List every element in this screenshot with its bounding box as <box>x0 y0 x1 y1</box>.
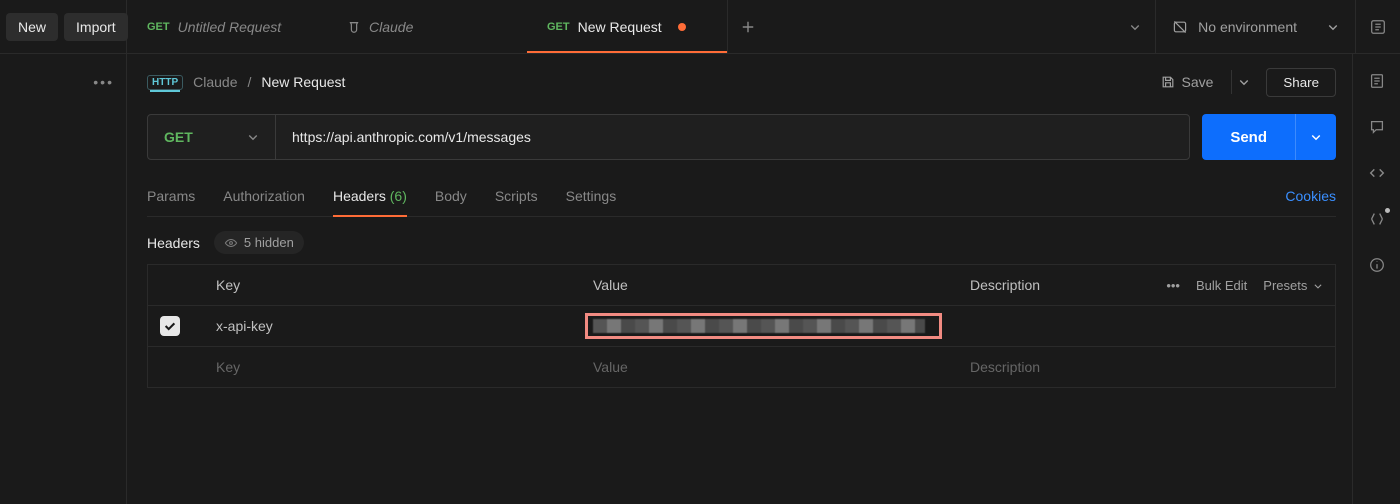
header-key-input[interactable]: x-api-key <box>204 306 581 346</box>
method-badge: GET <box>547 21 570 33</box>
breadcrumb: HTTP Claude / New Request <box>147 74 345 90</box>
tab-title: Untitled Request <box>178 19 282 35</box>
breadcrumb-separator: / <box>247 74 251 90</box>
tab-title: Claude <box>369 19 413 35</box>
tab-scripts[interactable]: Scripts <box>495 180 538 216</box>
bulk-edit-button[interactable]: Bulk Edit <box>1196 278 1247 293</box>
header-value-input[interactable] <box>581 306 958 346</box>
unsaved-dot-icon <box>678 23 686 31</box>
hidden-headers-toggle[interactable]: 5 hidden <box>214 231 304 254</box>
tab-headers-label: Headers <box>333 188 386 204</box>
new-tab-button[interactable] <box>727 0 767 53</box>
column-key: Key <box>204 265 581 305</box>
tab-headers[interactable]: Headers (6) <box>333 180 407 216</box>
header-value-input[interactable]: Value <box>581 347 958 387</box>
capture-icon[interactable] <box>1368 210 1386 228</box>
url-input[interactable] <box>276 115 1189 159</box>
redacted-value <box>593 319 925 333</box>
presets-button[interactable]: Presets <box>1263 278 1323 293</box>
tab-settings[interactable]: Settings <box>566 180 617 216</box>
code-icon[interactable] <box>1368 164 1386 182</box>
tab-untitled-request[interactable]: GET Untitled Request <box>127 0 327 53</box>
header-key-input[interactable]: Key <box>204 347 581 387</box>
header-row: x-api-key <box>148 306 1335 347</box>
column-description: Description <box>970 277 1040 293</box>
headers-table: Key Value Description ••• Bulk Edit Pres… <box>147 264 1336 388</box>
http-badge-icon: HTTP <box>147 75 183 90</box>
tab-new-request[interactable]: GET New Request <box>527 0 727 53</box>
tab-body[interactable]: Body <box>435 180 467 216</box>
environment-quicklook-button[interactable] <box>1355 0 1400 53</box>
tab-title: New Request <box>578 19 662 35</box>
environment-selector[interactable]: No environment <box>1155 0 1355 53</box>
save-button[interactable]: Save <box>1152 68 1222 96</box>
breadcrumb-request[interactable]: New Request <box>261 74 345 90</box>
tab-authorization[interactable]: Authorization <box>223 180 305 216</box>
method-badge: GET <box>147 21 170 33</box>
headers-title: Headers <box>147 235 200 251</box>
sidebar: ••• <box>0 54 127 504</box>
sidebar-more-button[interactable]: ••• <box>93 74 114 90</box>
send-button[interactable]: Send <box>1202 114 1336 160</box>
right-rail <box>1352 54 1400 504</box>
tab-params[interactable]: Params <box>147 180 195 216</box>
method-select[interactable]: GET <box>148 115 276 159</box>
header-description-input[interactable] <box>958 306 1335 346</box>
column-checkbox <box>148 265 204 305</box>
save-options-button[interactable] <box>1231 70 1256 94</box>
header-enabled-checkbox[interactable] <box>160 316 180 336</box>
environment-label: No environment <box>1198 19 1297 35</box>
import-button[interactable]: Import <box>64 13 128 41</box>
column-value: Value <box>581 265 958 305</box>
no-environment-icon <box>1172 19 1188 35</box>
header-row-new: Key Value Description <box>148 347 1335 387</box>
eye-icon <box>224 236 238 250</box>
header-description-input[interactable]: Description <box>958 347 1335 387</box>
jar-icon <box>347 20 361 34</box>
hidden-headers-label: 5 hidden <box>244 235 294 250</box>
save-icon <box>1160 74 1176 90</box>
table-more-button[interactable]: ••• <box>1166 278 1180 293</box>
breadcrumb-collection[interactable]: Claude <box>193 74 237 90</box>
comments-icon[interactable] <box>1368 118 1386 136</box>
send-label: Send <box>1202 114 1295 160</box>
tabs-menu-button[interactable] <box>1115 0 1155 53</box>
new-button[interactable]: New <box>6 13 58 41</box>
tab-claude[interactable]: Claude <box>327 0 527 53</box>
chevron-down-icon <box>1327 21 1339 33</box>
save-label: Save <box>1182 74 1214 90</box>
tab-headers-count: (6) <box>390 188 407 204</box>
send-options-button[interactable] <box>1295 114 1336 160</box>
method-value: GET <box>164 129 193 145</box>
cookies-link[interactable]: Cookies <box>1285 180 1336 216</box>
info-icon[interactable] <box>1368 256 1386 274</box>
share-button[interactable]: Share <box>1266 68 1336 97</box>
documentation-icon[interactable] <box>1368 72 1386 90</box>
chevron-down-icon <box>247 131 259 143</box>
tab-strip: GET Untitled Request Claude GET New Requ… <box>127 0 1155 53</box>
